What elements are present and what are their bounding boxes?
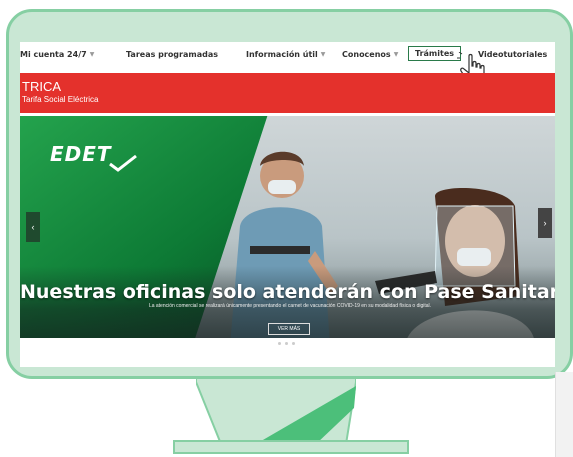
nav-item-label: Mi cuenta 24/7 [20,50,87,59]
monitor-base [173,440,409,454]
monitor-neck [196,378,356,444]
chevron-down-icon: ▼ [393,51,399,58]
chevron-right-icon: › [543,218,547,228]
nav-item-informacion-util[interactable]: Información útil ▼ [246,50,325,59]
nav-item-tareas-programadas[interactable]: Tareas programadas [126,50,218,59]
side-panel [555,372,573,457]
main-navigation: Mi cuenta 24/7 ▼ Tareas programadas Info… [20,42,555,84]
nav-item-conocenos[interactable]: Conocenos ▼ [342,50,398,59]
website-screen: Mi cuenta 24/7 ▼ Tareas programadas Info… [20,42,555,367]
hero-description: La atención comercial se realizará única… [148,303,432,309]
hero-headline: Nuestras oficinas solo atenderán con Pas… [20,281,555,303]
nav-item-mi-cuenta[interactable]: Mi cuenta 24/7 ▼ [20,50,94,59]
carousel-next-button[interactable]: › [538,208,552,238]
carousel-dot[interactable] [278,342,281,345]
illustration: Mi cuenta 24/7 ▼ Tareas programadas Info… [0,0,573,457]
nav-item-label: Trámites [415,49,455,58]
nav-item-label: Conocenos [342,50,391,59]
chevron-down-icon: ▼ [320,51,326,58]
carousel-dot[interactable] [285,342,288,345]
carousel-indicators [278,342,295,345]
hero-carousel: EDET ‹ › Nuestras oficinas solo atenderá… [20,116,555,338]
edet-logo: EDET [50,142,112,166]
banner-title: TRICA [22,79,61,94]
chevron-left-icon: ‹ [31,222,35,232]
banner-subtitle: Tarifa Social Eléctrica [22,95,99,104]
chevron-down-icon: ▼ [89,51,95,58]
program-banner: TRICA Tarifa Social Eléctrica [20,73,555,113]
carousel-dot[interactable] [292,342,295,345]
nav-item-tramites[interactable]: Trámites [408,46,462,61]
nav-item-label: Tareas programadas [126,50,218,59]
nav-item-label: Información útil [246,50,318,59]
check-logo-mark-icon [109,154,137,172]
carousel-prev-button[interactable]: ‹ [26,212,40,242]
ver-mas-button[interactable]: VER MÁS [268,323,310,335]
